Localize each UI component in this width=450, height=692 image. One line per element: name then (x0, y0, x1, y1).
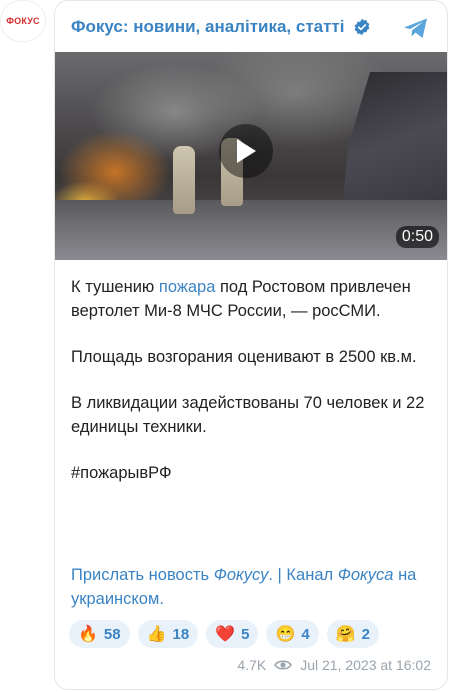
reaction-count: 2 (361, 625, 371, 643)
channel-title[interactable]: Фокус: новини, аналітика, статті (71, 17, 345, 37)
post-card: Фокус: новини, аналітика, статті 0:50 К … (54, 0, 448, 690)
reaction-count: 4 (301, 625, 310, 643)
post-header: Фокус: новини, аналітика, статті (71, 11, 433, 43)
reaction-count: 58 (103, 625, 121, 643)
view-count: 4.7K (237, 657, 267, 673)
video-firefighter (173, 146, 195, 214)
reaction-thumbs-up[interactable]: 👍 18 (137, 620, 199, 648)
eye-icon (274, 660, 293, 670)
thumbs-up-icon: 👍 (146, 626, 167, 643)
verified-icon (354, 18, 369, 36)
video-thumbnail[interactable]: 0:50 (55, 52, 447, 260)
post-paragraph-1: К тушению пожара под Ростовом привлечен … (71, 278, 411, 320)
avatar-logo-text: ФОКУС (6, 16, 40, 26)
video-duration: 0:50 (395, 226, 439, 248)
footer-links: Прислать новость Фокусу. | Канал Фокуса … (71, 566, 417, 608)
reaction-hug[interactable]: 🤗 2 (326, 620, 380, 648)
reaction-count: 5 (241, 625, 250, 643)
heart-icon: ❤️ (215, 626, 236, 643)
channel-avatar[interactable]: ФОКУС (0, 0, 46, 42)
play-button[interactable] (219, 124, 273, 178)
post-text: К тушению пожара под Ростовом привлечен … (71, 275, 433, 485)
reaction-count: 18 (172, 625, 190, 643)
grin-icon: 😁 (275, 626, 296, 643)
fire-icon: 🔥 (78, 626, 98, 643)
reactions-bar: 🔥 58 👍 18 ❤️ 5 😁 4 🤗 2 (69, 620, 380, 648)
post-meta: 4.7K Jul 21, 2023 at 16:02 (237, 657, 431, 673)
video-ground (55, 200, 447, 260)
post-paragraph-3: В ликвидации задействованы 70 человек и … (71, 394, 425, 436)
send-news-link[interactable]: Прислать новость Фокусу (71, 566, 268, 584)
reaction-fire[interactable]: 🔥 58 (69, 620, 130, 648)
post-hashtag[interactable]: #пожарывРФ (71, 461, 433, 485)
play-icon (237, 139, 256, 163)
reaction-grin[interactable]: 😁 4 (266, 620, 319, 648)
post-link[interactable]: пожара (159, 278, 216, 296)
hug-icon: 🤗 (335, 626, 356, 643)
telegram-icon[interactable] (401, 13, 431, 43)
post-timestamp[interactable]: Jul 21, 2023 at 16:02 (300, 657, 431, 673)
reaction-heart[interactable]: ❤️ 5 (206, 620, 259, 648)
post-paragraph-2: Площадь возгорания оценивают в 2500 кв.м… (71, 348, 417, 366)
